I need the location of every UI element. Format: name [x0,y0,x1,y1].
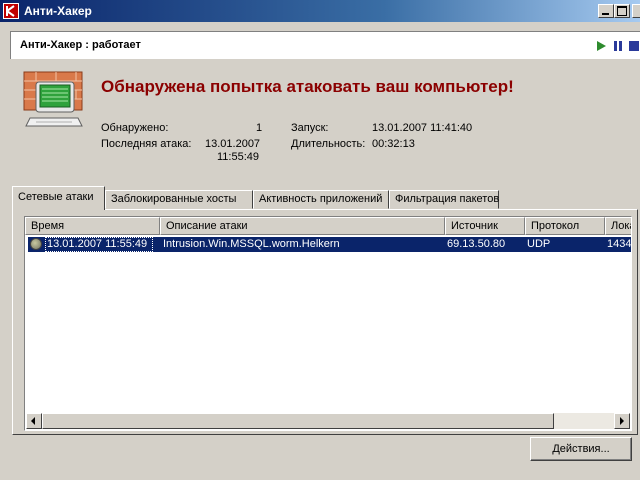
stop-icon[interactable] [628,40,640,52]
table-row[interactable]: 13.01.2007 11:55:49 Intrusion.Win.MSSQL.… [28,237,631,252]
cell-time: 13.01.2007 11:55:49 [47,238,148,250]
detected-label: Обнаружено: [101,122,169,134]
column-header-source[interactable]: Источник [445,217,525,235]
attacks-list[interactable]: Время Описание атаки Источник Протокол Л… [24,216,632,431]
scroll-right-button[interactable] [614,413,630,429]
actions-button[interactable]: Действия... [530,437,632,461]
cell-source: 69.13.50.80 [447,238,506,250]
scroll-thumb[interactable] [42,413,554,429]
scroll-left-button[interactable] [26,413,42,429]
cell-protocol: UDP [527,238,551,250]
tab-app-activity[interactable]: Активность приложений [253,190,389,209]
tab-blocked-hosts[interactable]: Заблокированные хосты [105,190,253,209]
tab-network-attacks[interactable]: Сетевые атаки [12,186,105,210]
status-text: Анти-Хакер : работает [20,39,141,51]
kaspersky-logo-icon [3,3,19,19]
close-button[interactable] [632,4,640,18]
last-attack-date: 13.01.2007 [205,138,261,150]
column-header-description[interactable]: Описание атаки [160,217,445,235]
last-attack-time: 11:55:49 [217,151,260,163]
column-header-protocol[interactable]: Протокол [525,217,605,235]
status-strip: Анти-Хакер : работает [10,31,640,59]
cell-description: Intrusion.Win.MSSQL.worm.Helkern [163,238,340,250]
column-headers: Время Описание атаки Источник Протокол Л… [25,217,631,235]
launch-label: Запуск: [291,122,329,134]
duration-value: 00:32:13 [372,138,415,150]
window-title: Анти-Хакер [24,4,92,18]
tab-packet-filtering[interactable]: Фильтрация пакетов [389,190,499,209]
last-attack-label: Последняя атака: [101,138,192,150]
pause-icon[interactable] [612,40,624,52]
column-header-time[interactable]: Время [25,217,160,235]
detected-value: 1 [256,122,263,134]
minimize-button[interactable] [598,4,614,18]
duration-label: Длительность: [291,138,366,150]
firewall-computer-icon [23,71,83,127]
maximize-button[interactable] [614,4,630,18]
horizontal-scrollbar[interactable] [26,413,630,429]
attack-status-icon [30,238,42,250]
alert-title: Обнаружена попытка атаковать ваш компьют… [101,77,514,96]
column-header-local[interactable]: Лока [605,217,631,235]
window-titlebar[interactable]: Анти-Хакер [0,0,640,22]
launch-value: 13.01.2007 11:41:40 [372,122,473,134]
cell-local: 1434 [607,238,632,250]
play-icon[interactable] [595,40,607,52]
